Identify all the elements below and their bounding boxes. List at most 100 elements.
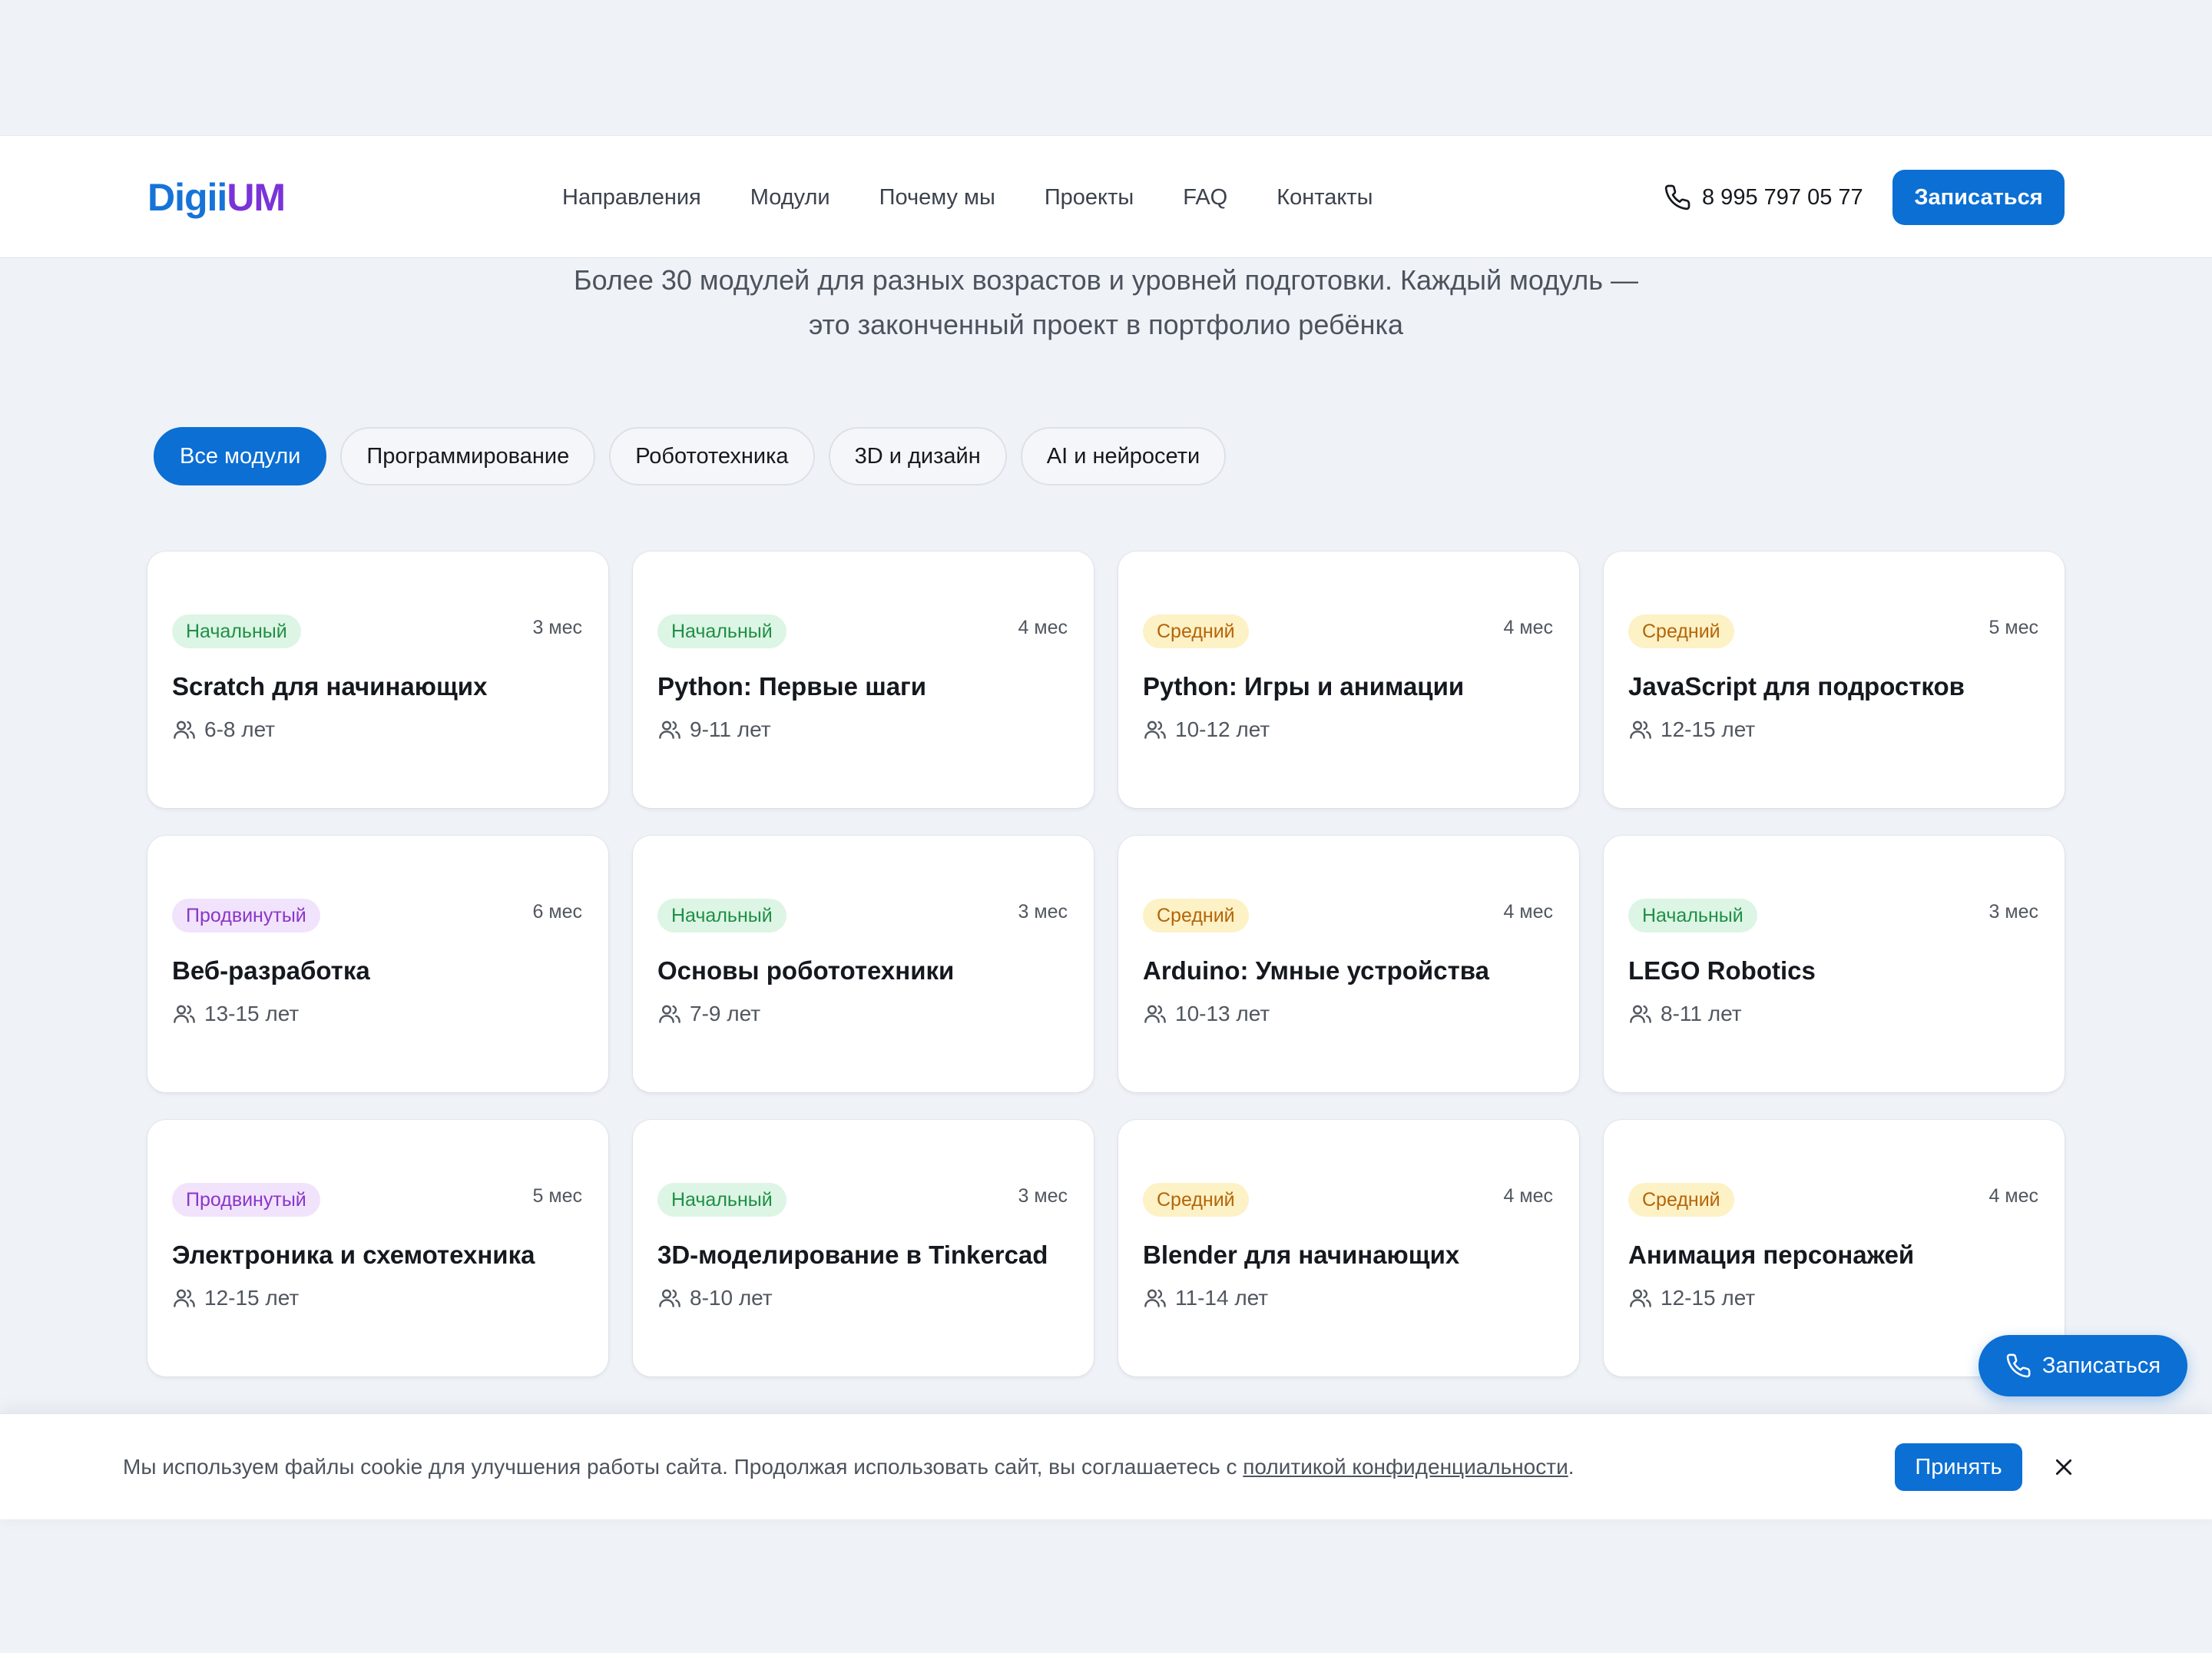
age-range: 10-12 лет xyxy=(1175,717,1270,741)
close-icon xyxy=(2055,1459,2072,1476)
module-duration: 3 мес xyxy=(1988,901,2038,923)
module-title: Blender для начинающих xyxy=(1143,1241,1460,1269)
users-icon xyxy=(1630,1005,1651,1023)
age-range: 6-8 лет xyxy=(204,717,276,741)
users-icon xyxy=(1144,720,1166,739)
level-badge: Средний xyxy=(1143,614,1249,648)
module-duration: 4 мес xyxy=(1018,617,1068,638)
logo-part-1: Digii xyxy=(147,176,227,219)
nav-link-directions[interactable]: Направления xyxy=(562,182,701,213)
module-title: Основы робототехники xyxy=(657,956,955,985)
level-badge: Средний xyxy=(1628,614,1734,648)
logo[interactable]: DigiiUM xyxy=(147,173,286,222)
module-duration: 3 мес xyxy=(1018,901,1068,923)
module-duration: 3 мес xyxy=(1018,1185,1068,1207)
module-duration: 3 мес xyxy=(532,617,582,638)
filter-robotics[interactable]: Робототехника xyxy=(609,427,815,485)
module-ages: 10-13 лет xyxy=(1143,1000,1270,1028)
filter-3d-design[interactable]: 3D и дизайн xyxy=(828,427,1007,485)
module-card[interactable]: Продвинутый 5 мес Электроника и схемотехни… xyxy=(147,1120,608,1376)
module-card[interactable]: Средний 4 мес Blender для начинающих 11-14 … xyxy=(1118,1120,1579,1376)
filter-ai[interactable]: AI и нейросети xyxy=(1020,427,1227,485)
privacy-policy-link[interactable]: политикой конфиденциальности xyxy=(1243,1455,1568,1479)
level-badge: Начальный xyxy=(657,614,786,648)
subtitle-line-1: Более 30 модулей для разных возрастов и … xyxy=(573,264,1639,296)
module-card[interactable]: Начальный 4 мес Python: Первые шаги 9-11 ле… xyxy=(633,552,1094,808)
module-ages: 7-9 лет xyxy=(657,1000,760,1028)
module-card[interactable]: Средний 5 мес JavaScript для подростков 12-… xyxy=(1604,552,2065,808)
level-badge: Начальный xyxy=(657,1183,786,1217)
page: DigiiUM Направления Модули Почему мы Про… xyxy=(0,0,2212,1653)
phone-icon xyxy=(1664,184,1690,210)
users-icon xyxy=(659,720,680,739)
age-range: 10-13 лет xyxy=(1175,1002,1270,1025)
age-range: 8-11 лет xyxy=(1661,1002,1742,1025)
level-badge: Средний xyxy=(1143,1183,1249,1217)
level-badge: Начальный xyxy=(172,614,301,648)
cookie-suffix: . xyxy=(1568,1455,1575,1479)
cookie-accept-button[interactable]: Принять xyxy=(1895,1443,2022,1491)
level-badge: Начальный xyxy=(1628,899,1757,933)
module-ages: 6-8 лет xyxy=(172,716,275,744)
module-title: Python: Игры и анимации xyxy=(1143,672,1465,701)
header-phone[interactable]: 8 995 797 05 77 xyxy=(1664,136,1863,259)
age-range: 11-14 лет xyxy=(1175,1286,1269,1310)
module-card[interactable]: Средний 4 мес Arduino: Умные устройства 10-… xyxy=(1118,836,1579,1092)
users-icon xyxy=(1630,1289,1651,1307)
floating-signup-label: Записаться xyxy=(2041,1353,2161,1378)
header-signup-button[interactable]: Записаться xyxy=(1892,170,2065,225)
users-icon xyxy=(174,1289,195,1307)
cookie-text: Мы используем файлы cookie для улучшения… xyxy=(123,1414,1575,1520)
cookie-close-button[interactable] xyxy=(2047,1450,2081,1484)
nav-link-projects[interactable]: Проекты xyxy=(1045,182,1134,213)
phone-number: 8 995 797 05 77 xyxy=(1702,184,1863,210)
module-title: 3D-моделирование в Tinkercad xyxy=(657,1241,1048,1269)
users-icon xyxy=(1630,720,1651,739)
cookie-banner: Мы используем файлы cookie для улучшения… xyxy=(0,1413,2212,1519)
nav-link-faq[interactable]: FAQ xyxy=(1183,182,1227,213)
module-ages: 11-14 лет xyxy=(1143,1284,1268,1312)
filter-all[interactable]: Все модули xyxy=(154,427,327,485)
section-subtitle: Более 30 модулей для разных возрастов и … xyxy=(461,258,1751,347)
nav-link-modules[interactable]: Модули xyxy=(750,182,830,213)
users-icon xyxy=(1144,1289,1166,1307)
module-duration: 6 мес xyxy=(532,901,582,923)
module-ages: 8-11 лет xyxy=(1628,1000,1742,1028)
users-icon xyxy=(659,1005,680,1023)
module-duration: 5 мес xyxy=(532,1185,582,1207)
main-nav: Направления Модули Почему мы Проекты FAQ… xyxy=(562,136,1373,259)
phone-icon xyxy=(2006,1353,2031,1378)
modules-grid: Начальный 3 мес Scratch для начинающих 6-8 … xyxy=(147,552,2065,1376)
module-duration: 4 мес xyxy=(1988,1185,2038,1207)
module-ages: 9-11 лет xyxy=(657,716,771,744)
nav-link-why-us[interactable]: Почему мы xyxy=(879,182,995,213)
module-title: Python: Первые шаги xyxy=(657,672,927,701)
module-title: Анимация персонажей xyxy=(1628,1241,1915,1269)
level-badge: Продвинутый xyxy=(172,1183,320,1217)
module-card[interactable]: Начальный 3 мес 3D-моделирование в Tinkerc… xyxy=(633,1120,1094,1376)
age-range: 13-15 лет xyxy=(204,1002,300,1025)
subtitle-line-2: это законченный проект в портфолио ребён… xyxy=(808,309,1404,340)
module-ages: 8-10 лет xyxy=(657,1284,773,1312)
module-ages: 13-15 лет xyxy=(172,1000,299,1028)
module-card[interactable]: Начальный 3 мес LEGO Robotics 8-11 лет xyxy=(1604,836,2065,1092)
module-card[interactable]: Продвинутый 6 мес Веб-разработка 13-15 лет xyxy=(147,836,608,1092)
logo-part-2: UM xyxy=(227,176,286,219)
floating-signup-button[interactable]: Записаться xyxy=(1979,1335,2187,1396)
module-card[interactable]: Начальный 3 мес Scratch для начинающих 6-8 … xyxy=(147,552,608,808)
module-card[interactable]: Средний 4 мес Python: Игры и анимации 10-12… xyxy=(1118,552,1579,808)
module-duration: 4 мес xyxy=(1503,1185,1553,1207)
module-duration: 4 мес xyxy=(1503,617,1553,638)
age-range: 12-15 лет xyxy=(204,1286,300,1310)
filter-programming[interactable]: Программирование xyxy=(340,427,596,485)
module-title: Scratch для начинающих xyxy=(172,672,488,701)
age-range: 12-15 лет xyxy=(1661,1286,1756,1310)
age-range: 12-15 лет xyxy=(1661,717,1756,741)
module-ages: 12-15 лет xyxy=(172,1284,299,1312)
nav-link-contacts[interactable]: Контакты xyxy=(1277,182,1373,213)
users-icon xyxy=(174,1005,195,1023)
module-title: JavaScript для подростков xyxy=(1628,672,1965,701)
module-card[interactable]: Начальный 3 мес Основы робототехники 7-9 ле… xyxy=(633,836,1094,1092)
age-range: 8-10 лет xyxy=(690,1286,773,1310)
module-ages: 12-15 лет xyxy=(1628,716,1755,744)
